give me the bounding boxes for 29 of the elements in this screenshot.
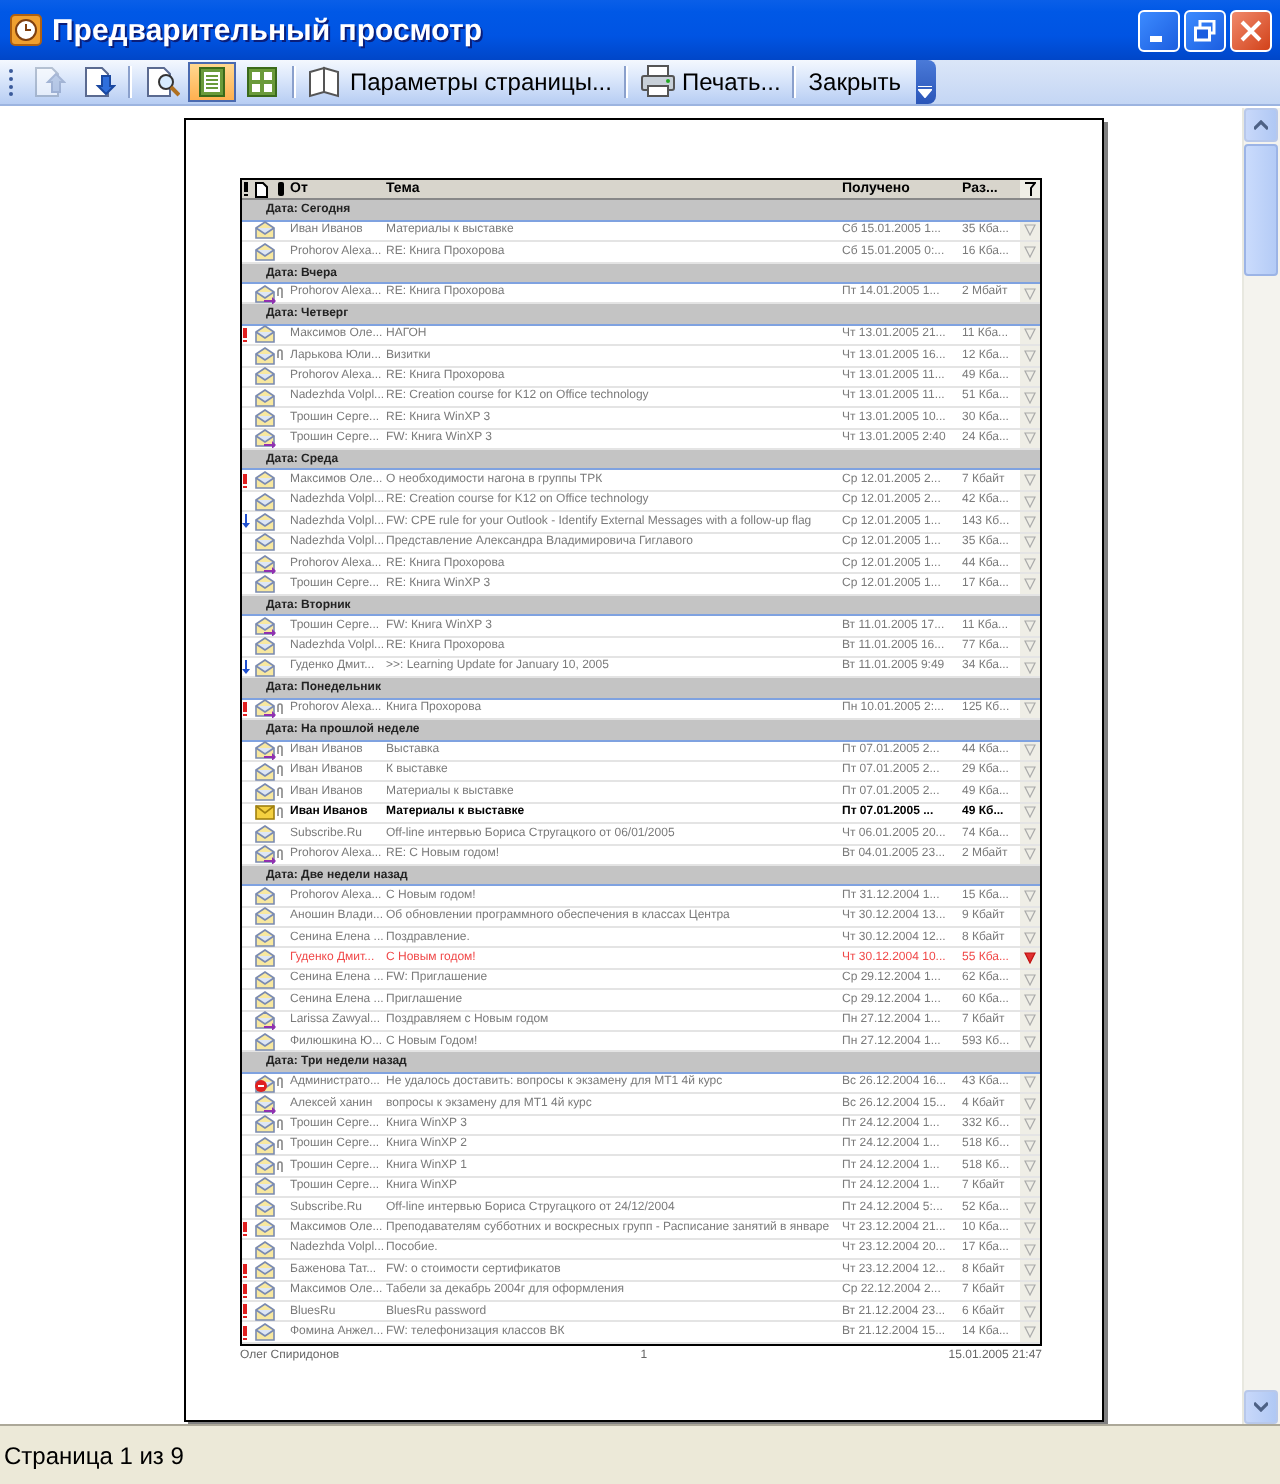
open-book-icon [308, 64, 344, 100]
vertical-scrollbar[interactable] [1242, 108, 1280, 1424]
window-title: Предварительный просмотр [52, 13, 484, 47]
close-icon [1240, 19, 1262, 41]
close-preview-button[interactable]: Закрыть [802, 62, 908, 102]
one-page-button[interactable] [188, 62, 236, 102]
close-button[interactable] [1230, 9, 1272, 51]
scroll-thumb[interactable] [1244, 144, 1278, 276]
clock-icon [10, 14, 42, 46]
minimize-icon [1150, 35, 1162, 41]
print-button[interactable]: Печать... [633, 62, 787, 102]
minimize-button[interactable] [1138, 9, 1180, 51]
toolbar-options-button[interactable] [915, 60, 936, 104]
scroll-down-button[interactable] [1244, 1390, 1278, 1424]
restore-button[interactable] [1184, 9, 1226, 51]
chevron-down-icon [918, 86, 933, 98]
page-setup-button[interactable]: Параметры страницы... [302, 62, 618, 102]
grip-icon [8, 68, 14, 96]
magnifier-page-icon [144, 64, 180, 100]
page-down-arrow-icon [80, 64, 116, 100]
restore-icon [1194, 19, 1216, 41]
printer-icon [639, 64, 676, 100]
status-text: Страница 1 из 9 [4, 1441, 184, 1469]
chevron-up-icon [1254, 120, 1268, 130]
page-up-arrow-icon [30, 64, 66, 100]
chevron-down-icon [1254, 1402, 1268, 1412]
single-page-icon [194, 64, 230, 100]
four-pages-icon [244, 64, 280, 100]
scroll-up-button[interactable] [1244, 108, 1278, 142]
